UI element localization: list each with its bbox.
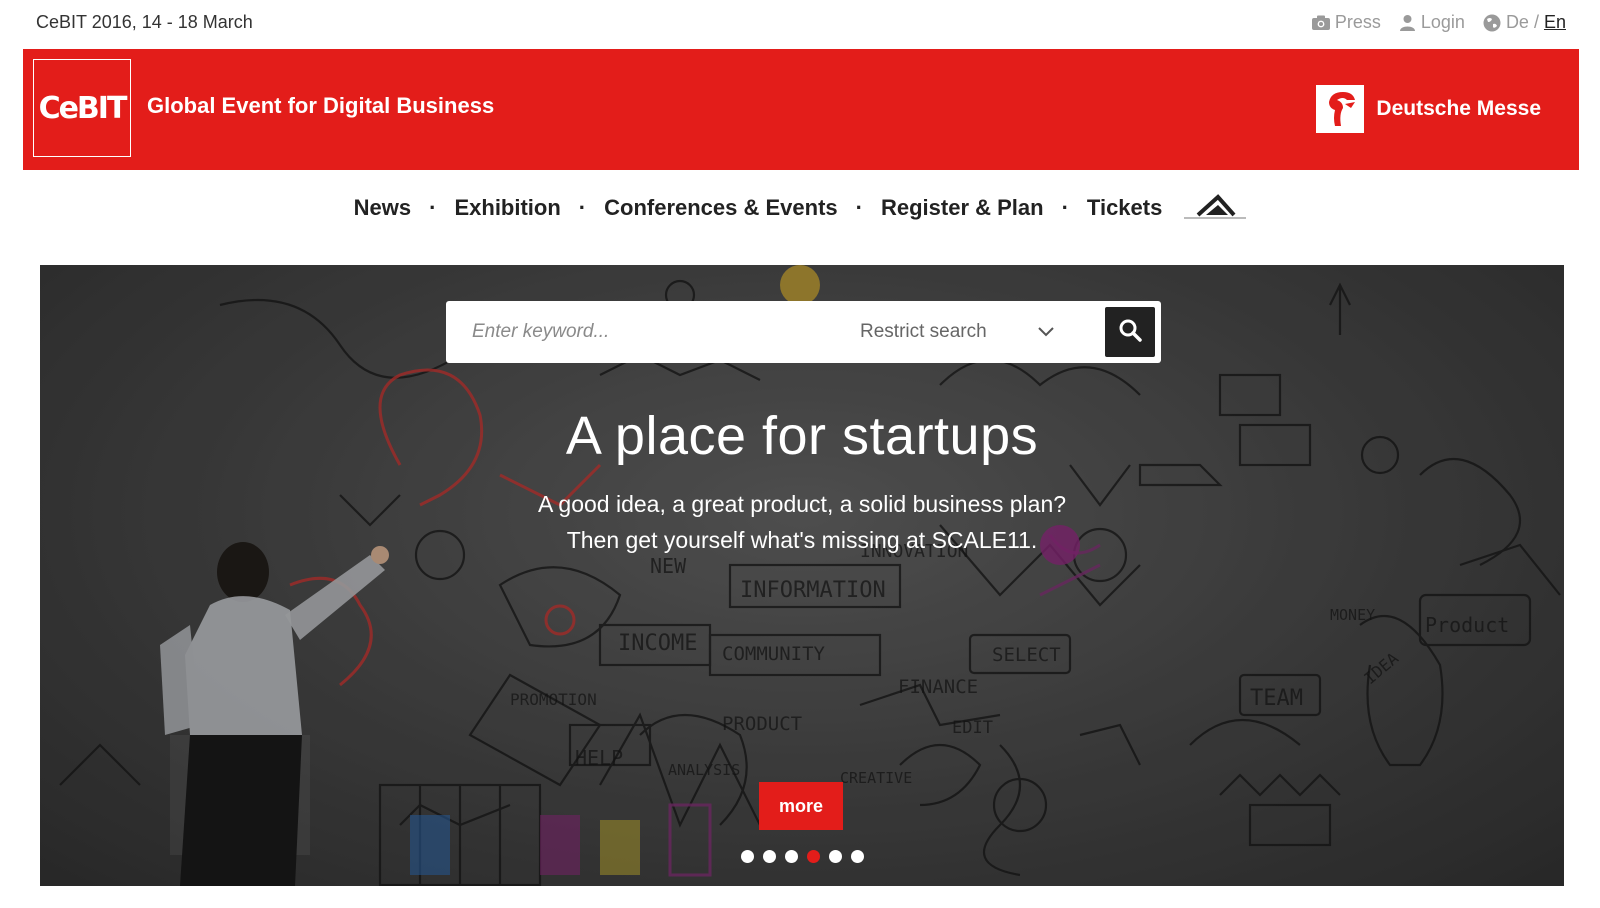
top-utility-bar: CeBIT 2016, 14 - 18 March Press Login De… — [0, 0, 1600, 48]
slider-dot[interactable] — [850, 850, 864, 863]
nav-list: News · Exhibition · Conferences & Events… — [354, 193, 1247, 223]
lang-en[interactable]: En — [1544, 12, 1566, 33]
nav-item-register-plan[interactable]: Register & Plan — [881, 195, 1044, 221]
chevron-down-icon — [1038, 321, 1054, 343]
search-input[interactable] — [446, 301, 846, 363]
hermes-head-icon — [1316, 85, 1365, 133]
press-link[interactable]: Press — [1311, 12, 1381, 33]
lang-de[interactable]: De — [1506, 12, 1529, 33]
restrict-search-dropdown[interactable]: Restrict search — [846, 321, 1078, 343]
lang-separator: / — [1533, 12, 1539, 32]
search-button[interactable] — [1105, 307, 1155, 357]
brand-header: CeBIT Global Event for Digital Business … — [23, 49, 1579, 170]
hero-subtitle-line-1: A good idea, a great product, a solid bu… — [537, 491, 1067, 517]
login-link[interactable]: Login — [1399, 12, 1465, 33]
nav-separator: · — [855, 195, 863, 220]
globe-icon — [1483, 14, 1501, 32]
nav-separator: · — [1061, 195, 1069, 220]
language-switch: De / En — [1483, 12, 1566, 33]
slider-dot[interactable] — [740, 850, 754, 863]
deutsche-messe-logo[interactable]: Deutsche Messe — [1316, 85, 1541, 133]
slider-dot[interactable] — [762, 850, 776, 863]
slider-dot[interactable] — [828, 850, 842, 863]
cebit-logo[interactable]: CeBIT — [33, 59, 131, 157]
hero-title: A place for startups — [565, 406, 1039, 466]
main-navigation: News · Exhibition · Conferences & Events… — [0, 190, 1600, 226]
more-button[interactable]: more — [759, 782, 843, 830]
nav-item-news[interactable]: News — [354, 195, 411, 221]
event-date: CeBIT 2016, 14 - 18 March — [36, 12, 253, 32]
nav-separator: · — [429, 195, 437, 220]
press-label: Press — [1334, 12, 1381, 32]
slider-dot[interactable] — [806, 850, 820, 863]
slider-dot[interactable] — [784, 850, 798, 863]
restrict-search-label: Restrict search — [860, 321, 987, 342]
deutsche-messe-label: Deutsche Messe — [1376, 97, 1541, 120]
user-icon — [1399, 14, 1416, 31]
search-bar: Restrict search — [446, 301, 1161, 363]
login-label: Login — [1420, 12, 1465, 32]
search-icon — [1118, 318, 1142, 347]
nav-separator: · — [578, 195, 587, 220]
utility-links: Press Login De / En — [1311, 12, 1566, 33]
camera-icon — [1311, 15, 1330, 30]
logo-text: CeBIT — [38, 90, 128, 126]
brand-tagline: Global Event for Digital Business — [147, 93, 495, 118]
hero-banner: INFORMATION INNOVATION INCOME COMMUNITY … — [40, 265, 1564, 886]
nav-item-conferences-events[interactable]: Conferences & Events — [604, 195, 838, 221]
hero-subtitle-line-2: Then get yourself what's missing at SCAL… — [566, 527, 1038, 553]
nav-item-exhibition[interactable]: Exhibition — [454, 195, 560, 221]
slider-dots — [40, 850, 1564, 863]
nav-item-tickets[interactable]: Tickets — [1087, 195, 1162, 221]
home-icon[interactable] — [1184, 193, 1247, 223]
